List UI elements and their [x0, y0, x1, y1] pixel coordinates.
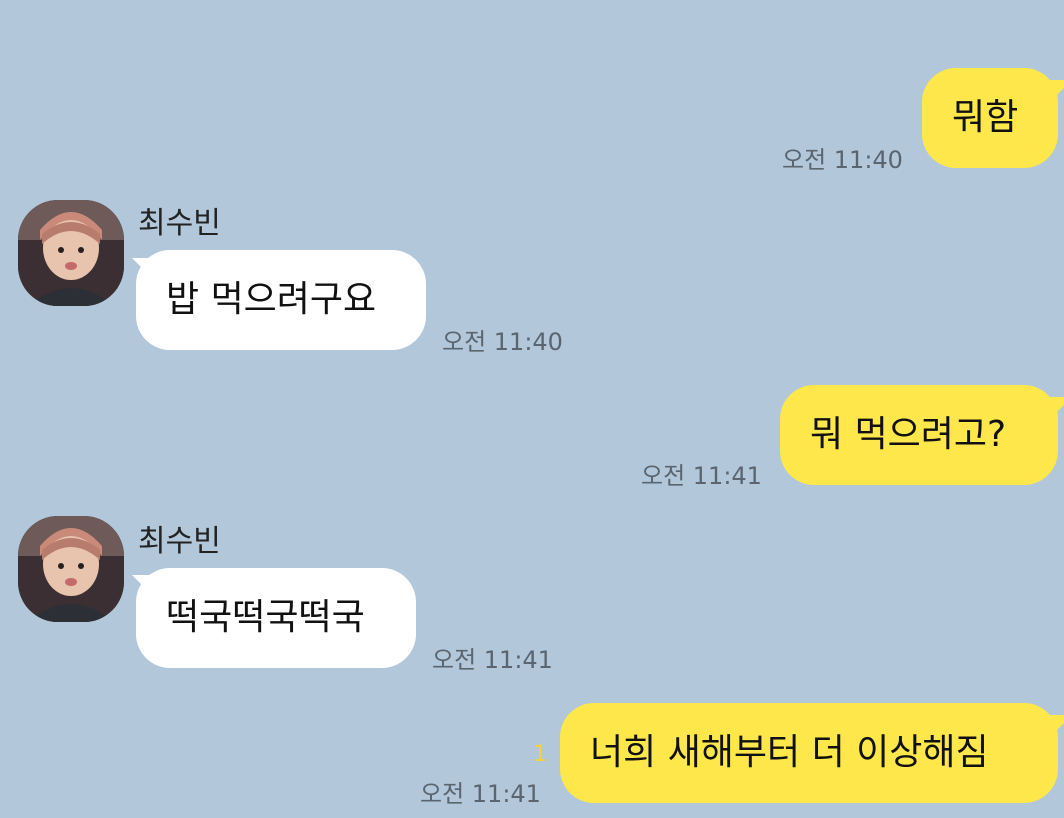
- message-time: 오전 11:41: [641, 462, 762, 490]
- message-time: 오전 11:40: [442, 328, 563, 356]
- profile-photo-icon: [18, 200, 124, 306]
- chat-area: 뭐함 오전 11:40 최수빈 밥 먹으려구요 오전 11:40 뭐 먹으려고?…: [0, 0, 1064, 818]
- sender-name: 최수빈: [138, 206, 221, 241]
- their-message-bubble[interactable]: 떡국떡국떡국: [136, 568, 416, 668]
- contact-avatar[interactable]: [18, 516, 124, 622]
- unread-count: 1: [533, 742, 547, 767]
- message-time: 오전 11:40: [782, 146, 903, 174]
- bubble-tail: [1050, 715, 1064, 737]
- my-message-bubble[interactable]: 뭐 먹으려고?: [780, 385, 1058, 485]
- message-time: 오전 11:41: [420, 780, 541, 808]
- my-message-bubble[interactable]: 뭐함: [922, 68, 1058, 168]
- contact-avatar[interactable]: [18, 200, 124, 306]
- bubble-tail: [1050, 397, 1064, 419]
- message-time: 오전 11:41: [432, 646, 553, 674]
- profile-photo-icon: [18, 516, 124, 622]
- their-message-bubble[interactable]: 밥 먹으려구요: [136, 250, 426, 350]
- my-message-bubble[interactable]: 너희 새해부터 더 이상해짐: [560, 703, 1058, 803]
- sender-name: 최수빈: [138, 524, 221, 559]
- bubble-tail: [1050, 80, 1064, 102]
